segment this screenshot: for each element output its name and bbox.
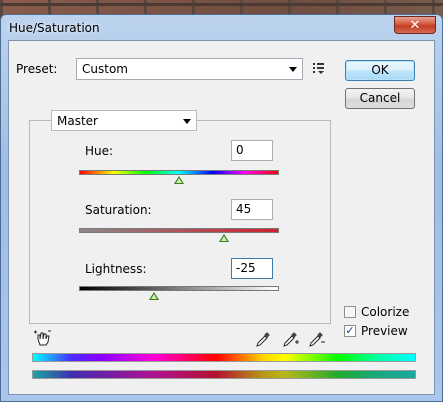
- preset-label: Preset:: [16, 62, 58, 76]
- hand-adjust-icon[interactable]: [33, 329, 53, 347]
- check-icon: ✓: [345, 324, 355, 337]
- saturation-slider-thumb[interactable]: [219, 234, 229, 242]
- dialog-body: Preset: Custom OK Cancel Master Hue: 0 S…: [8, 40, 435, 395]
- lightness-label: Lightness:: [85, 262, 147, 276]
- cancel-button[interactable]: Cancel: [345, 88, 415, 109]
- hue-slider-track[interactable]: [79, 170, 279, 175]
- ok-label: OK: [371, 63, 389, 77]
- lightness-value: -25: [236, 261, 256, 275]
- window-title: Hue/Saturation: [9, 21, 100, 35]
- adjustment-group: [29, 120, 331, 324]
- eyedropper-plus-icon[interactable]: [282, 332, 300, 348]
- preset-options-icon[interactable]: [312, 62, 326, 74]
- colorize-label: Colorize: [361, 305, 410, 319]
- hue-field[interactable]: 0: [231, 140, 273, 161]
- lightness-slider-thumb[interactable]: [149, 292, 159, 300]
- preset-dropdown[interactable]: Custom: [76, 58, 303, 80]
- ok-button[interactable]: OK: [345, 60, 415, 81]
- close-button[interactable]: ✕: [394, 16, 436, 34]
- cancel-label: Cancel: [359, 91, 401, 105]
- saturation-value: 45: [236, 202, 252, 216]
- preview-checkbox[interactable]: ✓: [344, 325, 356, 337]
- close-icon: ✕: [409, 18, 421, 33]
- colorize-checkbox[interactable]: [344, 306, 356, 318]
- hue-saturation-dialog: Hue/Saturation ✕ Preset: Custom OK Cance…: [0, 14, 443, 402]
- saturation-slider-track[interactable]: [79, 228, 279, 233]
- channel-value: Master: [57, 114, 98, 128]
- hue-label: Hue:: [85, 144, 114, 158]
- title-bar[interactable]: Hue/Saturation ✕: [1, 15, 442, 41]
- saturation-label: Saturation:: [85, 203, 152, 217]
- hue-slider-thumb[interactable]: [174, 176, 184, 184]
- chevron-down-icon: [289, 67, 297, 72]
- chevron-down-icon: [183, 119, 191, 124]
- preset-value: Custom: [82, 62, 128, 76]
- output-color-bar: [32, 370, 416, 379]
- lightness-slider-track[interactable]: [79, 286, 279, 291]
- input-color-bar: [32, 353, 416, 362]
- hue-value: 0: [236, 143, 244, 157]
- saturation-field[interactable]: 45: [231, 199, 273, 220]
- channel-dropdown[interactable]: Master: [51, 110, 197, 131]
- eyedropper-icon[interactable]: [255, 332, 271, 348]
- lightness-field[interactable]: -25: [231, 258, 273, 279]
- eyedropper-minus-icon[interactable]: [308, 332, 326, 348]
- preview-label: Preview: [361, 324, 408, 338]
